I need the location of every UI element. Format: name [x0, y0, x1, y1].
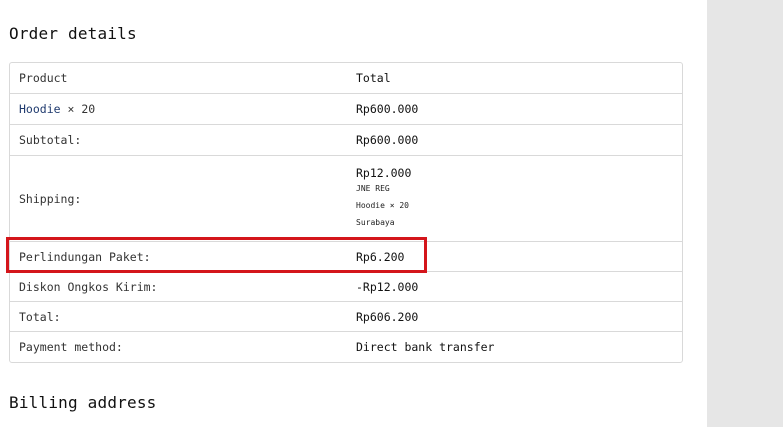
header-total: Total — [356, 71, 391, 85]
shipping-discount-label: Diskon Ongkos Kirim: — [19, 279, 158, 294]
shipping-discount-value: -Rp12.000 — [356, 279, 419, 294]
total-label: Total: — [19, 309, 61, 324]
subtotal-value: Rp600.000 — [356, 133, 419, 147]
order-details-table: Product Total Hoodie × 20 Rp600.000 Subt… — [9, 62, 683, 363]
product-link-hoodie[interactable]: Hoodie — [19, 102, 61, 116]
table-row-shipping: Shipping: Rp12.000 JNE REG Hoodie × 20 S… — [10, 155, 682, 241]
main-content: Order details Product Total Hoodie × 20 … — [0, 0, 707, 427]
shipping-details: Rp12.000 JNE REG Hoodie × 20 Surabaya — [356, 166, 411, 231]
table-row-package-protection: Perlindungan Paket: Rp6.200 — [10, 241, 682, 271]
shipping-label: Shipping: — [19, 191, 82, 206]
shipping-service: JNE REG — [356, 184, 390, 193]
table-row-payment-method: Payment method: Direct bank transfer — [10, 331, 682, 362]
total-value: Rp606.200 — [356, 309, 419, 324]
package-protection-value: Rp6.200 — [356, 249, 405, 264]
table-row-item: Hoodie × 20 Rp600.000 — [10, 93, 682, 124]
header-product: Product — [19, 71, 68, 85]
table-row-subtotal: Subtotal: Rp600.000 — [10, 124, 682, 155]
table-row-total: Total: Rp606.200 — [10, 301, 682, 331]
item-cell: Hoodie × 20 — [19, 102, 95, 116]
shipping-destination: Surabaya — [356, 218, 395, 227]
order-details-title: Order details — [9, 24, 137, 43]
payment-method-label: Payment method: — [19, 340, 123, 354]
billing-address-title: Billing address — [9, 393, 157, 412]
shipping-amount: Rp12.000 — [356, 166, 412, 180]
subtotal-label: Subtotal: — [19, 133, 82, 147]
package-protection-label: Perlindungan Paket: — [19, 249, 151, 264]
table-header-row: Product Total — [10, 63, 682, 93]
item-total: Rp600.000 — [356, 102, 419, 116]
payment-method-value: Direct bank transfer — [356, 340, 495, 354]
shipping-items: Hoodie × 20 — [356, 201, 409, 210]
sidebar-panel — [707, 0, 783, 427]
item-quantity: × 20 — [67, 102, 96, 116]
table-row-shipping-discount: Diskon Ongkos Kirim: -Rp12.000 — [10, 271, 682, 301]
